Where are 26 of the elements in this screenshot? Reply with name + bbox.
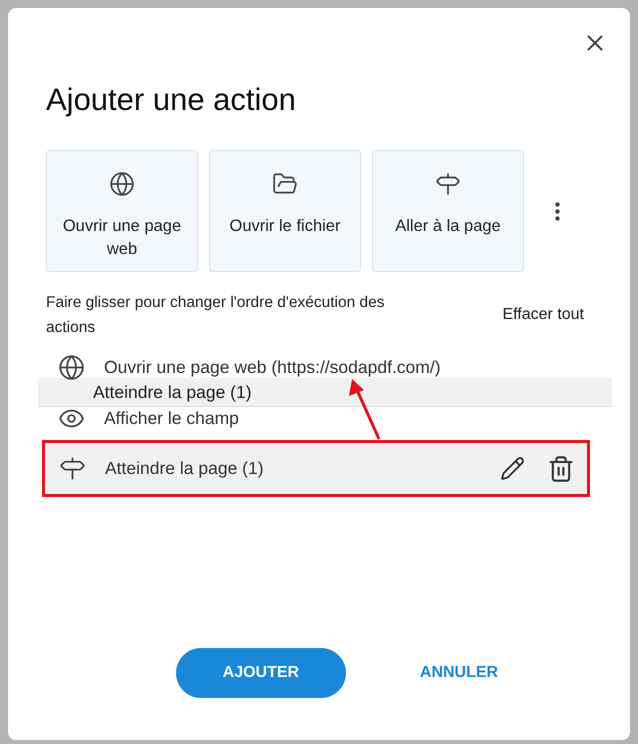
signpost-icon: [435, 171, 461, 197]
action-label: Ouvrir une page web (https://sodapdf.com/): [104, 356, 442, 378]
action-card[interactable]: Aller à la page: [372, 150, 524, 272]
action-row[interactable]: Ouvrir une page web (https://sodapdf.com/): [46, 354, 592, 380]
pencil-icon: [500, 456, 525, 481]
cancel-button[interactable]: ANNULER: [416, 656, 502, 690]
edit-button[interactable]: [500, 456, 525, 481]
instruction-text: Faire glisser pour changer l'ordre d'exécution des actions: [46, 293, 386, 338]
action-card[interactable]: Ouvrir une page web: [46, 150, 198, 272]
dialog-title: Ajouter une action: [46, 81, 297, 119]
more-icon: [555, 202, 560, 220]
action-card[interactable]: Ouvrir le fichier: [209, 150, 361, 272]
drag-preview-label: Atteindre la page (1): [93, 382, 252, 402]
clear-all-button[interactable]: Effacer tout: [502, 306, 584, 324]
action-label: Atteindre la page (1): [105, 458, 265, 479]
delete-button[interactable]: [547, 454, 575, 482]
more-button[interactable]: [555, 202, 560, 220]
action-row[interactable]: Atteindre la page (1): [42, 440, 590, 497]
annotation-arrow: [349, 379, 380, 440]
action-label: Afficher le champ: [104, 408, 240, 428]
add-button[interactable]: AJOUTER: [176, 648, 346, 698]
action-row[interactable]: Afficher le champ: [46, 405, 592, 431]
globe-icon: [58, 354, 85, 380]
signpost-icon: [59, 455, 86, 482]
globe-icon: [109, 171, 135, 197]
trash-icon: [547, 454, 575, 482]
